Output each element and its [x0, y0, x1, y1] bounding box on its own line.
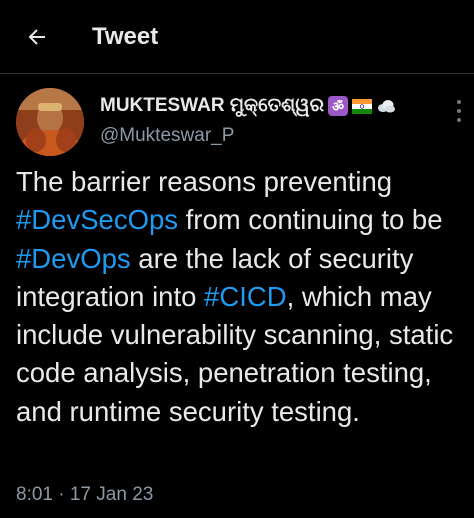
- author-block[interactable]: MUKTESWAR ମୁକ୍ତେଶ୍ୱର ॐ @Mukteswar_P: [100, 93, 440, 149]
- back-button[interactable]: [22, 22, 52, 52]
- more-dot-icon: [457, 109, 461, 113]
- author-name-text: MUKTESWAR ମୁକ୍ତେଶ୍ୱର: [100, 95, 325, 116]
- hashtag-link[interactable]: #CICD: [204, 281, 287, 312]
- page-title: Tweet: [92, 23, 159, 50]
- author-handle[interactable]: @Mukteswar_P: [100, 123, 440, 149]
- tweet-text-segment: The barrier reasons preventing: [16, 166, 393, 197]
- hashtag-link[interactable]: #DevOps: [16, 243, 131, 274]
- om-icon: ॐ: [328, 96, 349, 116]
- hashtag-link[interactable]: #DevSecOps: [16, 204, 178, 235]
- more-dot-icon: [457, 100, 461, 104]
- more-options-button[interactable]: [452, 100, 466, 122]
- svg-text:ॐ: ॐ: [332, 99, 344, 115]
- top-bar: Tweet: [0, 0, 474, 74]
- tweet-timestamp[interactable]: 8:01 · 17 Jan 23: [16, 483, 153, 507]
- india-flag-icon: [352, 99, 373, 114]
- avatar-image: [16, 88, 84, 156]
- more-dot-icon: [457, 118, 461, 122]
- cloud-icon: [378, 100, 396, 113]
- author-display-name[interactable]: MUKTESWAR ମୁକ୍ତେଶ୍ୱର ॐ: [100, 93, 440, 119]
- tweet-text: The barrier reasons preventing #DevSecOp…: [16, 163, 468, 431]
- tweet-text-segment: from continuing to be: [178, 204, 443, 236]
- avatar[interactable]: [16, 88, 84, 156]
- arrow-left-icon: [28, 29, 45, 45]
